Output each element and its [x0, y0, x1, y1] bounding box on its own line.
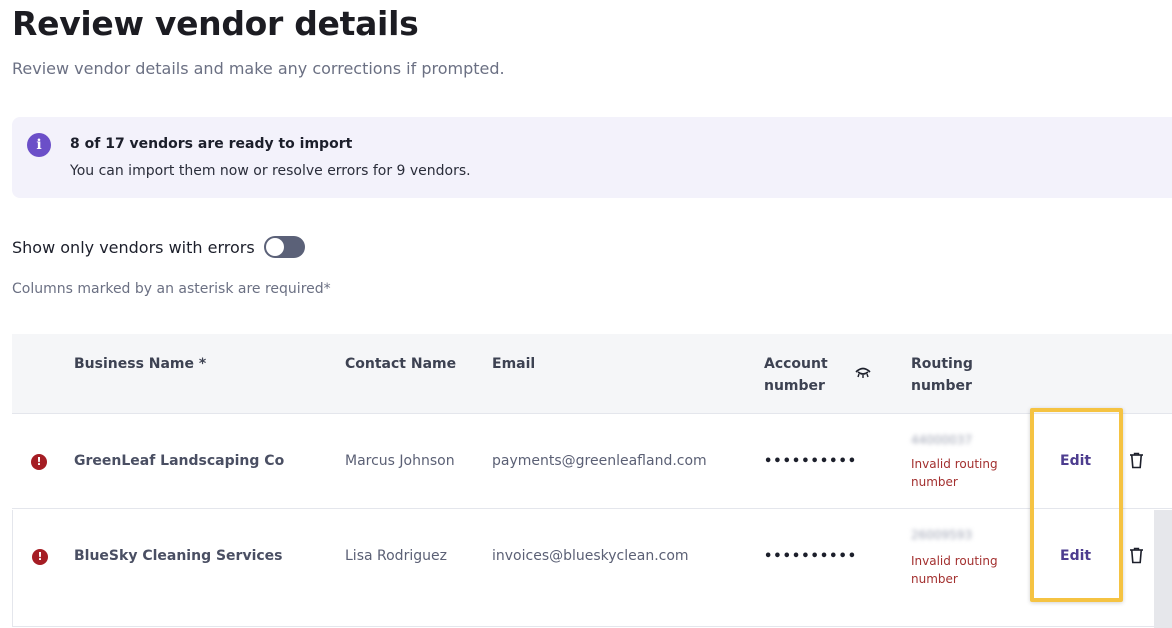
routing-number-cell: 26009593 — [911, 528, 973, 542]
banner-title: 8 of 17 vendors are ready to import — [70, 136, 353, 152]
routing-error-line1: Invalid routing — [911, 554, 998, 568]
error-filter-toggle[interactable] — [263, 236, 305, 258]
contact-name-cell: Marcus Johnson — [345, 453, 455, 469]
email-cell: invoices@blueskyclean.com — [492, 548, 689, 564]
info-icon: i — [27, 133, 51, 157]
account-number-cell: •••••••••• — [764, 454, 858, 469]
column-account-number-line2: number — [764, 378, 825, 394]
info-banner: i 8 of 17 vendors are ready to import Yo… — [12, 117, 1172, 198]
column-account-number[interactable]: Account number — [764, 353, 828, 397]
error-icon: ! — [31, 454, 47, 470]
routing-error-line2: number — [911, 475, 958, 489]
column-business-name[interactable]: Business Name * — [74, 353, 206, 375]
routing-error-message: Invalid routing number — [911, 552, 1021, 588]
table-row: ! BlueSky Cleaning Services Lisa Rodrigu… — [12, 510, 1172, 627]
column-account-number-line1: Account — [764, 356, 828, 372]
email-cell: payments@greenleafland.com — [492, 453, 707, 469]
table-header: Business Name * Contact Name Email Accou… — [12, 334, 1172, 414]
account-number-cell: •••••••••• — [764, 549, 858, 564]
show-account-eye-icon[interactable] — [854, 365, 872, 379]
routing-number-cell: 44000037 — [911, 433, 973, 447]
edit-column-highlight — [1030, 408, 1123, 602]
banner-text: You can import them now or resolve error… — [70, 163, 471, 179]
routing-error-message: Invalid routing number — [911, 455, 1021, 491]
trash-icon[interactable] — [1129, 452, 1144, 469]
business-name-cell: BlueSky Cleaning Services — [74, 548, 283, 564]
trash-icon[interactable] — [1129, 547, 1144, 564]
required-columns-note: Columns marked by an asterisk are requir… — [12, 281, 331, 297]
page-subtitle: Review vendor details and make any corre… — [12, 59, 505, 78]
business-name-cell: GreenLeaf Landscaping Co — [74, 453, 285, 469]
error-filter-label: Show only vendors with errors — [12, 237, 255, 257]
column-routing-number[interactable]: Routing number — [911, 353, 973, 397]
table-row: ! GreenLeaf Landscaping Co Marcus Johnso… — [12, 414, 1172, 509]
error-filter: Show only vendors with errors — [12, 235, 305, 259]
routing-error-line1: Invalid routing — [911, 457, 998, 471]
column-routing-number-line1: Routing — [911, 356, 973, 372]
contact-name-cell: Lisa Rodriguez — [345, 548, 447, 564]
scrollbar[interactable] — [1154, 510, 1172, 628]
column-contact-name[interactable]: Contact Name — [345, 353, 456, 375]
toggle-knob — [265, 238, 284, 256]
routing-error-line2: number — [911, 572, 958, 586]
page-title: Review vendor details — [12, 4, 419, 43]
column-email[interactable]: Email — [492, 353, 535, 375]
error-icon: ! — [32, 549, 48, 565]
column-routing-number-line2: number — [911, 378, 972, 394]
